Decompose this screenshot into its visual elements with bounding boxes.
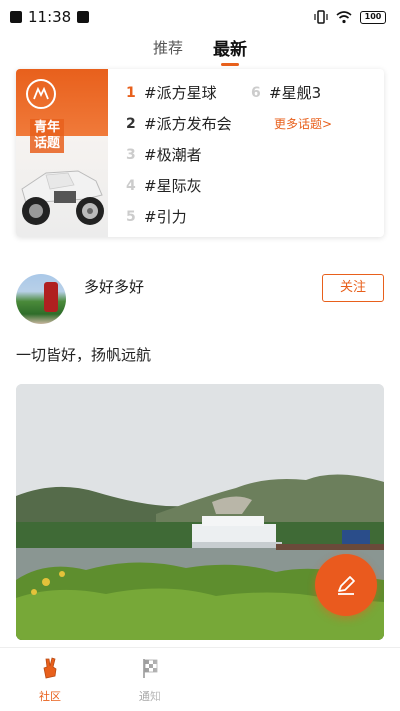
post-text[interactable]: 一切皆好，扬帆远航	[16, 344, 151, 365]
compose-button[interactable]	[315, 554, 377, 616]
notification-check-icon	[77, 11, 90, 23]
topic-label: #派方发布会	[144, 115, 232, 133]
post-username[interactable]: 多好多好	[84, 276, 144, 297]
topic-item[interactable]: 5 #引力	[126, 206, 254, 227]
motorcycle-image	[21, 170, 104, 225]
status-bar: 11:38 100	[0, 0, 400, 34]
topic-label: #引力	[144, 208, 187, 226]
topic-rank: 5	[126, 208, 136, 225]
topic-item[interactable]: 4 #星际灰	[126, 175, 254, 196]
topic-item[interactable]: 1 #派方星球	[126, 82, 251, 103]
topic-rank: 6	[251, 84, 261, 101]
tab-latest[interactable]: 最新	[213, 35, 247, 60]
topic-rank: 1	[126, 84, 136, 101]
avatar[interactable]	[16, 274, 66, 324]
topic-card: 青年 话题 1 #派方星球 6 #星舰3 2 #派方发布会 更多话题> 3 #极…	[16, 69, 384, 237]
nav-item-community[interactable]: 社区	[20, 656, 80, 704]
status-time: 11:38	[28, 8, 72, 26]
topic-label: #星际灰	[144, 177, 202, 195]
follow-button[interactable]: 关注	[322, 274, 384, 302]
hand-peace-icon	[43, 657, 57, 679]
nav-label: 社区	[39, 690, 61, 703]
battery-indicator: 100	[360, 10, 386, 24]
tab-recommend[interactable]: 推荐	[153, 37, 183, 58]
pencil-icon	[338, 576, 355, 595]
topic-label: #派方星球	[144, 84, 217, 102]
topic-banner[interactable]: 青年 话题	[16, 69, 108, 237]
topic-item[interactable]: 6 #星舰3	[251, 82, 376, 103]
post-header: 多好多好 关注	[16, 272, 384, 326]
banner-text: 青年 话题	[30, 119, 65, 153]
wifi-icon	[336, 10, 352, 23]
topic-item[interactable]: 3 #极潮者	[126, 144, 254, 165]
topic-rank: 2	[126, 115, 136, 132]
topic-item[interactable]: 2 #派方发布会	[126, 113, 254, 134]
bottom-nav: 社区 通知	[0, 647, 400, 711]
notification-x-icon	[10, 11, 22, 23]
topic-list: 1 #派方星球 6 #星舰3 2 #派方发布会 更多话题> 3 #极潮者 4 #…	[126, 77, 376, 232]
vibrate-icon	[314, 10, 328, 24]
top-tabs: 推荐 最新	[0, 34, 400, 60]
topic-rank: 3	[126, 146, 136, 163]
topic-rank: 4	[126, 177, 136, 194]
nav-fade-overlay	[140, 648, 400, 711]
topic-label: #星舰3	[269, 84, 322, 102]
more-topics-link[interactable]: 更多话题>	[274, 115, 332, 132]
topic-label: #极潮者	[144, 146, 202, 164]
brand-logo-icon	[26, 79, 56, 109]
